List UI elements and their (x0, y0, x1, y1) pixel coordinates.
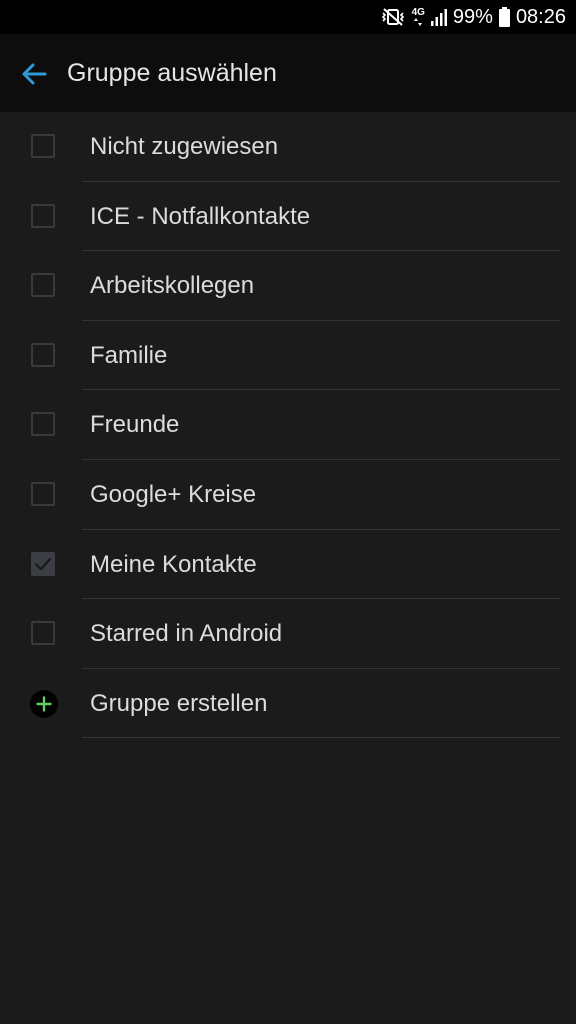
group-label: Arbeitskollegen (90, 272, 255, 300)
network-type-label: 4G (411, 7, 425, 18)
checkbox[interactable] (31, 203, 55, 228)
group-list: Nicht zugewiesen ICE - Notfallkontakte A… (0, 112, 576, 739)
checkmark-icon (34, 557, 52, 570)
checkbox[interactable] (31, 481, 55, 506)
group-row-arbeitskollegen[interactable]: Arbeitskollegen (0, 251, 576, 321)
checkbox-checked[interactable] (31, 551, 55, 576)
add-icon (30, 689, 58, 718)
group-label: Starred in Android (90, 620, 283, 648)
clock: 08:26 (515, 5, 566, 28)
group-label: Familie (90, 341, 168, 369)
battery-percent: 99% (452, 5, 493, 28)
network-type-indicator: 4G (412, 8, 425, 26)
checkbox[interactable] (31, 273, 55, 298)
group-label: Google+ Kreise (90, 480, 257, 508)
checkbox[interactable] (31, 621, 55, 646)
create-group-label: Gruppe erstellen (90, 689, 268, 717)
back-button[interactable] (14, 54, 54, 94)
status-icons: 4G 99% 08:26 (380, 0, 566, 34)
group-row-starred-in-android[interactable]: Starred in Android (0, 599, 576, 669)
group-label: Meine Kontakte (90, 550, 257, 578)
back-arrow-icon (22, 63, 47, 85)
status-bar: 4G 99% 08:26 (0, 0, 576, 34)
page-title: Gruppe auswählen (67, 59, 277, 87)
group-row-nicht-zugewiesen[interactable]: Nicht zugewiesen (0, 112, 576, 182)
group-label: Nicht zugewiesen (90, 133, 279, 160)
group-row-freunde[interactable]: Freunde (0, 390, 576, 460)
group-row-familie[interactable]: Familie (0, 321, 576, 391)
data-arrows-icon (414, 18, 423, 26)
checkbox[interactable] (31, 412, 55, 437)
create-group-button[interactable]: Gruppe erstellen (0, 669, 576, 739)
checkbox[interactable] (31, 342, 55, 367)
group-row-meine-kontakte[interactable]: Meine Kontakte (0, 530, 576, 600)
divider (82, 737, 560, 739)
app-bar: Gruppe auswählen (0, 34, 576, 112)
group-label: ICE - Notfallkontakte (90, 202, 311, 230)
checkbox[interactable] (31, 134, 55, 158)
signal-strength-icon (430, 8, 447, 26)
battery-icon (498, 7, 510, 27)
vibrate-mute-icon (380, 7, 406, 27)
group-label: Freunde (90, 411, 180, 439)
group-row-google-plus-kreise[interactable]: Google+ Kreise (0, 460, 576, 530)
group-row-ice-notfallkontakte[interactable]: ICE - Notfallkontakte (0, 182, 576, 252)
